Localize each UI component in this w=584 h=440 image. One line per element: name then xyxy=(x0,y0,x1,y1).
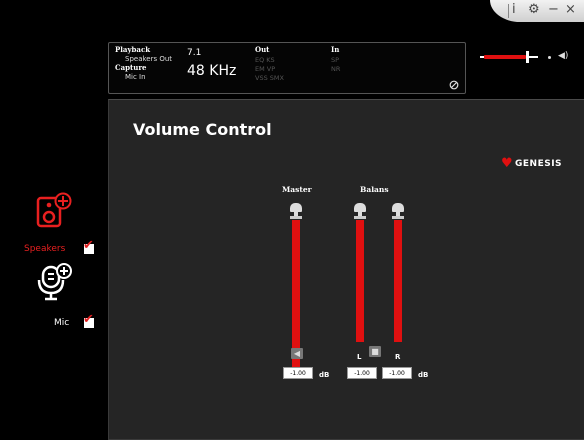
playback-device: Speakers Out xyxy=(125,55,173,63)
balans-label: Balans xyxy=(360,185,389,194)
out-flags-row1: EQ KS xyxy=(255,56,275,64)
right-fader-track xyxy=(394,220,402,342)
speakers-checkbox[interactable]: ✔ xyxy=(83,239,94,254)
out-flags-row2: EM VP xyxy=(255,65,276,73)
in-label: In xyxy=(331,45,340,54)
close-button[interactable]: × xyxy=(565,2,576,18)
master-db-unit: dB xyxy=(319,371,330,379)
lock-icon: ■ xyxy=(371,347,379,356)
checkmark-icon: ✔ xyxy=(83,312,94,327)
balance-lock-button[interactable]: ■ xyxy=(369,346,381,357)
capture-device: Mic In xyxy=(125,73,146,81)
out-flags-row3: VSS SMX xyxy=(255,74,284,82)
balance-db-unit: dB xyxy=(418,371,429,379)
slider-handle[interactable] xyxy=(526,51,529,63)
speakers-label: Speakers xyxy=(24,244,66,254)
brand-name: GENESIS xyxy=(515,159,563,169)
reset-icon[interactable] xyxy=(449,75,459,90)
separator xyxy=(508,4,509,18)
master-label: Master xyxy=(282,185,312,194)
out-label: Out xyxy=(255,45,270,54)
left-channel-label: L xyxy=(357,353,362,361)
left-fader-knob[interactable] xyxy=(354,203,366,212)
gear-icon[interactable]: ⚙ xyxy=(528,2,540,18)
master-fader-knob[interactable] xyxy=(290,203,302,212)
right-db-field[interactable]: -1.00 xyxy=(382,367,412,379)
left-fader-track xyxy=(356,220,364,342)
info-icon[interactable]: i xyxy=(512,2,516,18)
in-flags-row1: SP xyxy=(331,56,340,64)
device-info-panel: Playback Speakers Out Capture Mic In 7.1… xyxy=(108,42,466,94)
master-volume-slider[interactable] xyxy=(480,51,538,63)
right-fader-knob-base[interactable] xyxy=(392,216,404,219)
playback-channels: 7.1 xyxy=(187,48,202,58)
page-title: Volume Control xyxy=(133,120,272,139)
checkmark-icon: ✔ xyxy=(83,238,94,253)
slider-fill xyxy=(484,55,526,59)
left-fader-knob-base[interactable] xyxy=(354,216,366,219)
playback-label: Playback xyxy=(115,45,151,54)
left-db-field[interactable]: -1.00 xyxy=(347,367,377,379)
master-mute-button[interactable]: ◀ xyxy=(291,348,303,359)
in-flags-row2: NR xyxy=(331,65,341,73)
genesis-logo-icon: ♥ xyxy=(501,156,513,171)
minimize-button[interactable]: − xyxy=(548,2,559,18)
speaker-icon[interactable]: ◀) xyxy=(558,51,568,61)
sample-rate: 48 KHz xyxy=(187,63,237,79)
right-fader-knob[interactable] xyxy=(392,203,404,212)
window-controls: i ⚙ − × xyxy=(490,0,584,22)
dot-icon xyxy=(548,56,551,59)
volume-control-panel: Volume Control ♥ GENESIS Master Balans ◀… xyxy=(108,99,584,440)
speaker-device-icon xyxy=(36,192,74,232)
right-channel-label: R xyxy=(395,353,401,361)
mic-label: Mic xyxy=(54,318,70,328)
master-db-field[interactable]: -1.00 xyxy=(283,367,313,379)
microphone-device-icon xyxy=(36,262,74,306)
master-fader-knob-base[interactable] xyxy=(290,216,302,219)
capture-label: Capture xyxy=(115,63,147,72)
mic-checkbox[interactable]: ✔ xyxy=(83,313,94,328)
speaker-mute-icon: ◀ xyxy=(293,349,301,358)
